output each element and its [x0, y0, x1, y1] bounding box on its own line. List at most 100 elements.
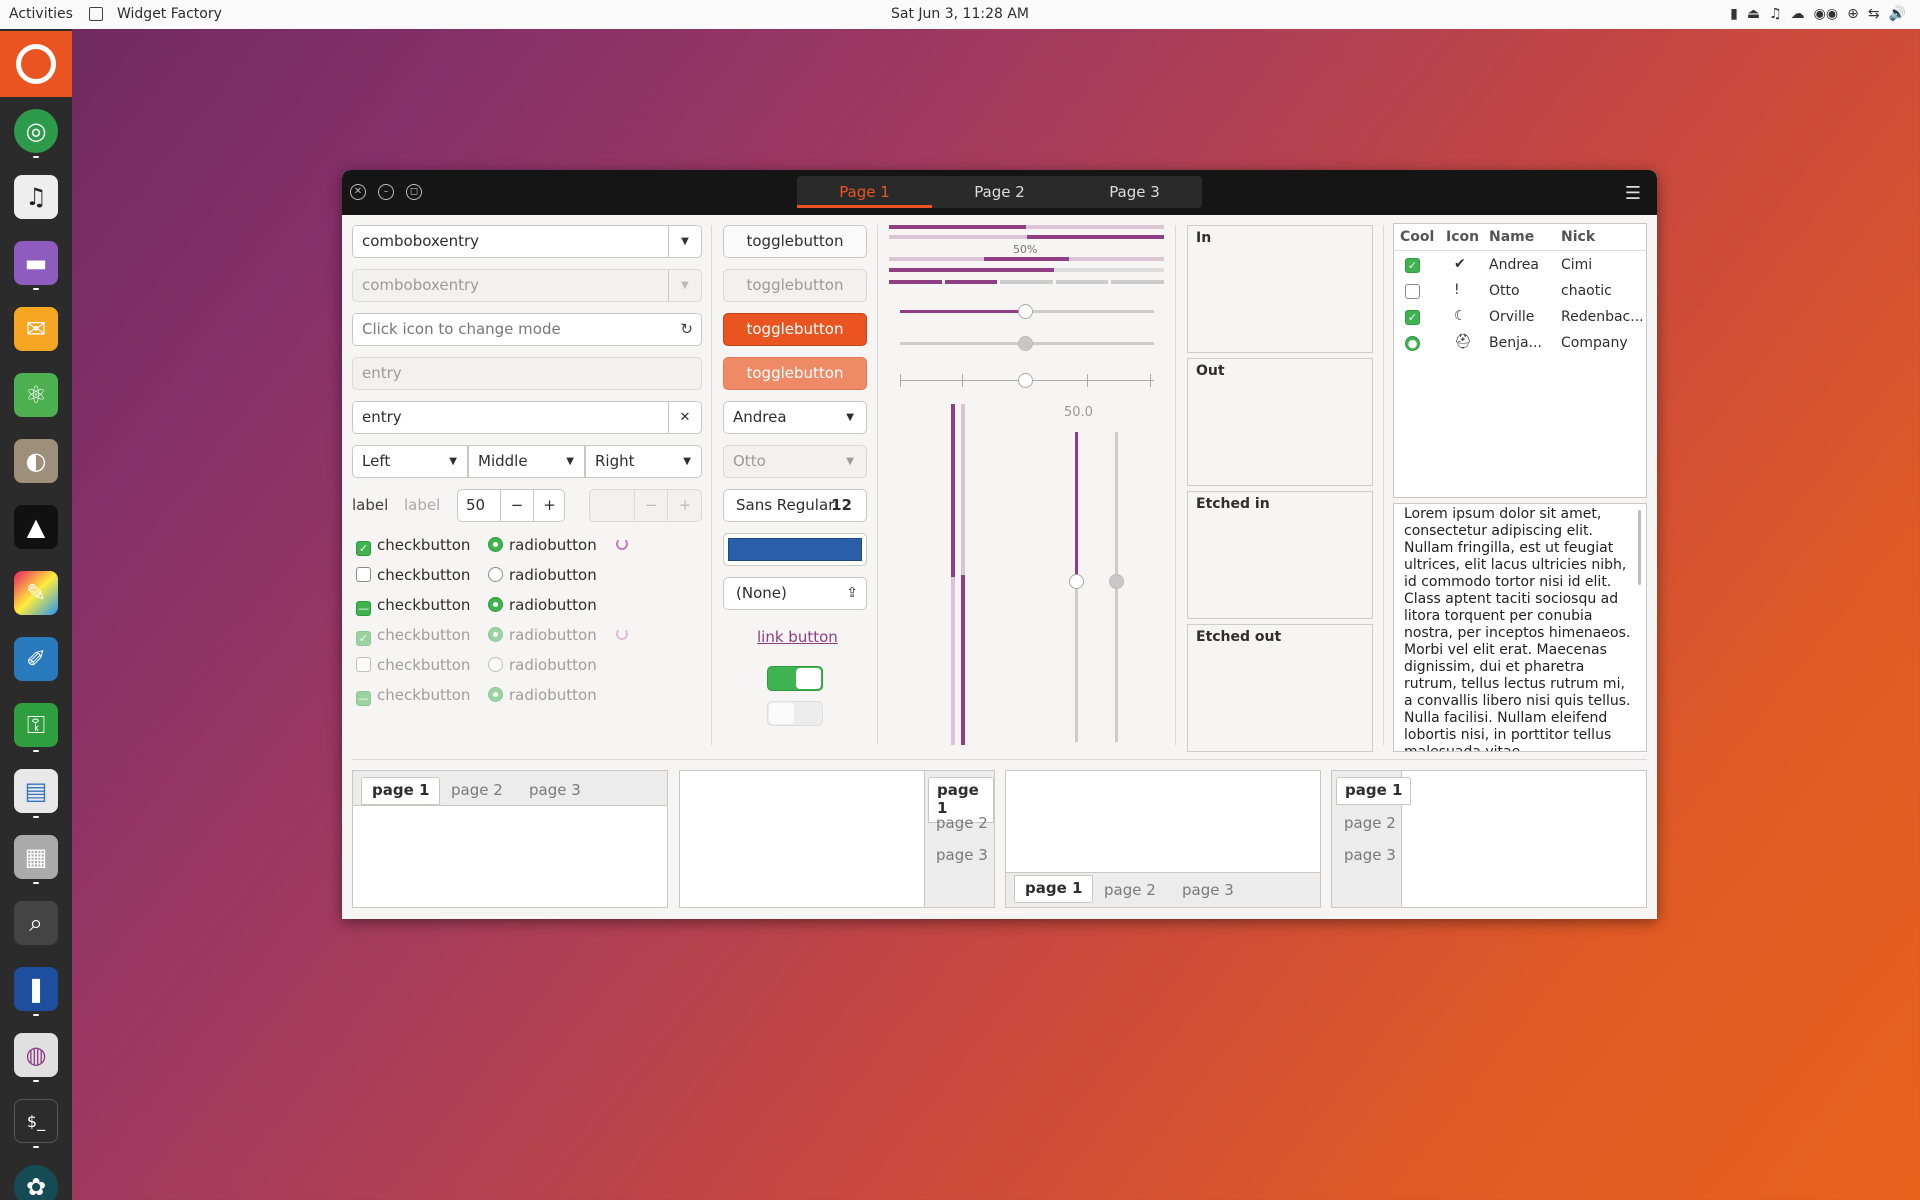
network-icon[interactable]: ⊕: [1847, 6, 1859, 22]
progress-bar-pulse: [984, 257, 1069, 261]
togglebutton-active[interactable]: togglebutton: [723, 313, 867, 346]
chevron-down-icon[interactable]: ▼: [668, 226, 701, 257]
radiobutton-mixed[interactable]: radiobutton: [488, 596, 597, 614]
drawing-icon[interactable]: ✐: [14, 637, 58, 681]
clear-icon[interactable]: ✕: [668, 402, 701, 433]
checkbutton-mixed[interactable]: — checkbutton: [356, 596, 470, 616]
vertical-scale-handle-disabled: [1109, 574, 1124, 589]
cool-toggle[interactable]: ✓: [1405, 310, 1420, 325]
vertical-scale-handle[interactable]: [1069, 574, 1084, 589]
spin-button[interactable]: 50− +: [457, 489, 565, 522]
radio-icon[interactable]: ▦: [14, 835, 58, 879]
app-grid-icon[interactable]: ✿: [14, 1165, 58, 1200]
dropdown-right[interactable]: Right ▼: [585, 445, 702, 478]
switch-on[interactable]: [767, 666, 823, 691]
check-icon: ✓: [356, 631, 371, 646]
scrollbar[interactable]: [1638, 510, 1641, 585]
checkbutton-unchecked[interactable]: checkbutton: [356, 566, 470, 584]
text-view[interactable]: Lorem ipsum dolor sit amet, consectetur …: [1393, 503, 1647, 752]
radiobutton-label: radiobutton: [509, 596, 597, 614]
combo-name[interactable]: Andrea ▼: [723, 401, 867, 434]
ubuntu-logo-icon[interactable]: [0, 31, 72, 97]
gimp-icon[interactable]: ◐: [14, 439, 58, 483]
tab-page-3[interactable]: Page 3: [1067, 176, 1202, 208]
tab-page-1[interactable]: Page 1: [797, 176, 932, 208]
tab-page-2[interactable]: Page 2: [932, 176, 1067, 208]
cool-toggle[interactable]: ✓: [1405, 258, 1420, 273]
notebook-tab-page-3[interactable]: page 3: [529, 781, 581, 799]
column-name[interactable]: Name: [1489, 229, 1534, 245]
mail-icon[interactable]: ✉: [14, 307, 58, 351]
eject-icon[interactable]: ⏏: [1747, 6, 1760, 22]
chrome-icon[interactable]: ◎: [14, 109, 58, 153]
column-icon[interactable]: Icon: [1446, 229, 1479, 245]
terminal-icon[interactable]: $_: [14, 1099, 58, 1143]
inkscape-icon[interactable]: ▲: [14, 505, 58, 549]
cloud-icon[interactable]: ☁: [1791, 6, 1805, 22]
refresh-icon[interactable]: ↻: [680, 314, 693, 345]
atom-icon[interactable]: ⚛: [14, 373, 58, 417]
indicator-icon[interactable]: ◉◉: [1814, 6, 1838, 22]
radiobutton-label: radiobutton: [509, 626, 597, 644]
sync-icon[interactable]: ⇆: [1868, 6, 1880, 22]
scale-handle[interactable]: [1018, 304, 1033, 319]
plus-icon[interactable]: +: [533, 490, 565, 521]
minimize-icon[interactable]: –: [378, 184, 394, 200]
minus-icon[interactable]: −: [500, 490, 533, 521]
notebook-tab-page-1[interactable]: page 1: [361, 777, 441, 805]
cool-toggle[interactable]: [1405, 284, 1420, 299]
notebook-tab-page-2[interactable]: page 2: [1104, 881, 1156, 899]
notebook-tab-page-1[interactable]: page 1: [1336, 777, 1412, 805]
hamburger-menu-icon[interactable]: ☰: [1625, 183, 1641, 204]
file-chooser-button[interactable]: (None) ⇪: [723, 577, 867, 610]
search-app-icon[interactable]: ⌕: [14, 901, 58, 945]
system-tray[interactable]: ▮ ⏏ ♫ ☁ ◉◉ ⊕ ⇆ 🔊: [1730, 6, 1906, 22]
dropdown-left[interactable]: Left ▼: [352, 445, 468, 478]
checkbutton-checked[interactable]: ✓ checkbutton: [356, 536, 470, 556]
files-icon[interactable]: ▬: [14, 241, 58, 285]
radiobutton-label: radiobutton: [509, 656, 597, 674]
close-icon[interactable]: ✕: [350, 184, 366, 200]
battery-icon[interactable]: ▮: [1730, 6, 1738, 22]
notebook-tab-page-2[interactable]: page 2: [1344, 814, 1396, 832]
notebook-tab-page-1[interactable]: page 1: [1014, 875, 1094, 903]
volume-icon[interactable]: 🔊: [1889, 6, 1906, 22]
entry-with-clear[interactable]: entry ✕: [352, 401, 702, 434]
radiobutton-selected[interactable]: radiobutton: [488, 536, 597, 554]
font-button[interactable]: Sans Regular 12: [723, 489, 867, 522]
tree-cell-nick: Cimi: [1561, 257, 1593, 273]
color-swatch: [728, 538, 862, 561]
tree-row[interactable]: ✓ ☾ Orville Redenbac...: [1394, 305, 1646, 331]
widget-factory-icon[interactable]: ▤: [14, 769, 58, 813]
tree-row[interactable]: ● ⛑ Benja... Company: [1394, 331, 1646, 357]
maximize-icon[interactable]: ◻: [406, 184, 422, 200]
column-cool[interactable]: Cool: [1400, 229, 1434, 245]
combobox-entry[interactable]: comboboxentry ▼: [352, 225, 702, 258]
tree-row[interactable]: ! Otto chaotic: [1394, 279, 1646, 305]
notebook-tab-page-3[interactable]: page 3: [936, 846, 988, 864]
column-nick[interactable]: Nick: [1561, 229, 1595, 245]
radiobutton-selected-disabled: radiobutton: [488, 626, 597, 644]
tweaks-icon[interactable]: ◍: [14, 1033, 58, 1077]
color-button[interactable]: [723, 533, 867, 566]
passwords-icon[interactable]: ⚿: [14, 703, 58, 747]
vertical-progress-inverted: [961, 575, 965, 745]
tree-row[interactable]: ✓ ✔ Andrea Cimi: [1394, 253, 1646, 279]
notebook-tab-page-2[interactable]: page 2: [936, 814, 988, 832]
link-button[interactable]: link button: [757, 628, 838, 646]
radiobutton[interactable]: radiobutton: [488, 566, 597, 584]
notebook-tab-page-2[interactable]: page 2: [451, 781, 503, 799]
color-picker-icon[interactable]: ✎: [14, 571, 58, 615]
top-bar: Activities Widget Factory Sat Jun 3, 11:…: [0, 0, 1920, 29]
cool-toggle[interactable]: ●: [1405, 336, 1420, 351]
dropdown-middle[interactable]: Middle ▼: [468, 445, 585, 478]
document-icon[interactable]: ❚: [14, 967, 58, 1011]
mode-entry[interactable]: Click icon to change mode ↻: [352, 313, 702, 346]
music-icon[interactable]: ♫: [1769, 6, 1782, 22]
clock[interactable]: Sat Jun 3, 11:28 AM: [0, 6, 1920, 22]
music-app-icon[interactable]: ♫: [14, 175, 58, 219]
togglebutton[interactable]: togglebutton: [723, 225, 867, 258]
notebook-tab-page-3[interactable]: page 3: [1182, 881, 1234, 899]
notebook-tab-page-3[interactable]: page 3: [1344, 846, 1396, 864]
scale-handle[interactable]: [1018, 373, 1033, 388]
